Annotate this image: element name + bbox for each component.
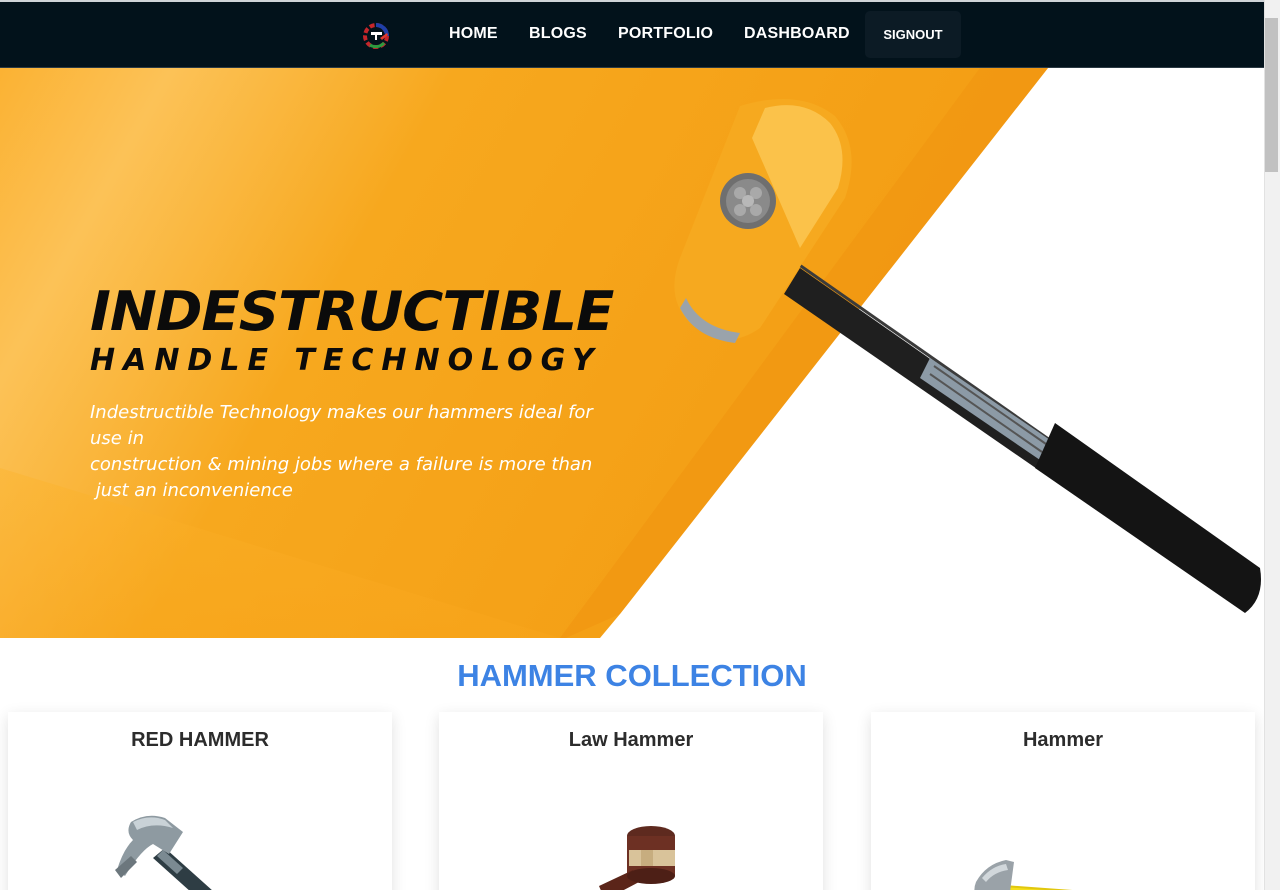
signout-button[interactable]: SIGNOUT (865, 11, 961, 58)
nav-home[interactable]: HOME (449, 25, 498, 43)
gear-hammer-logo-icon[interactable] (360, 21, 394, 51)
product-card-law-hammer[interactable]: Law Hammer (439, 712, 823, 890)
hero-title: INDESTRUCTIBLE (90, 280, 614, 343)
nav-blogs[interactable]: BLOGS (529, 25, 587, 43)
collection-title: HAMMER COLLECTION (457, 658, 807, 693)
product-card-red-hammer[interactable]: RED HAMMER (8, 712, 392, 890)
scrollbar-thumb[interactable] (1265, 18, 1278, 172)
claw-hammer-icon (115, 815, 212, 890)
hero-subtitle: HANDLE TECHNOLOGY (90, 343, 602, 378)
hero-description-line: just an inconvenience (90, 480, 293, 501)
product-card-hammer[interactable]: Hammer (871, 712, 1255, 890)
product-title: RED HAMMER (131, 729, 269, 751)
hero-description-line: construction & mining jobs where a failu… (90, 454, 593, 475)
navbar: HOME BLOGS PORTFOLIO DASHBOARD SIGNOUT (0, 2, 1264, 68)
hero-description-line: Indestructible Technology makes our hamm… (90, 402, 593, 449)
yellow-hammer-icon (974, 860, 1073, 890)
gavel-icon (599, 826, 675, 890)
nav-dashboard[interactable]: DASHBOARD (744, 25, 850, 43)
hero-banner: INDESTRUCTIBLE HANDLE TECHNOLOGY Indestr… (0, 68, 1264, 638)
nav-portfolio[interactable]: PORTFOLIO (618, 25, 713, 43)
hero-description: Indestructible Technology makes our hamm… (90, 400, 630, 504)
page: HOME BLOGS PORTFOLIO DASHBOARD SIGNOUT I… (0, 0, 1280, 890)
product-title: Law Hammer (568, 729, 694, 751)
product-title: Hammer (1022, 729, 1104, 751)
